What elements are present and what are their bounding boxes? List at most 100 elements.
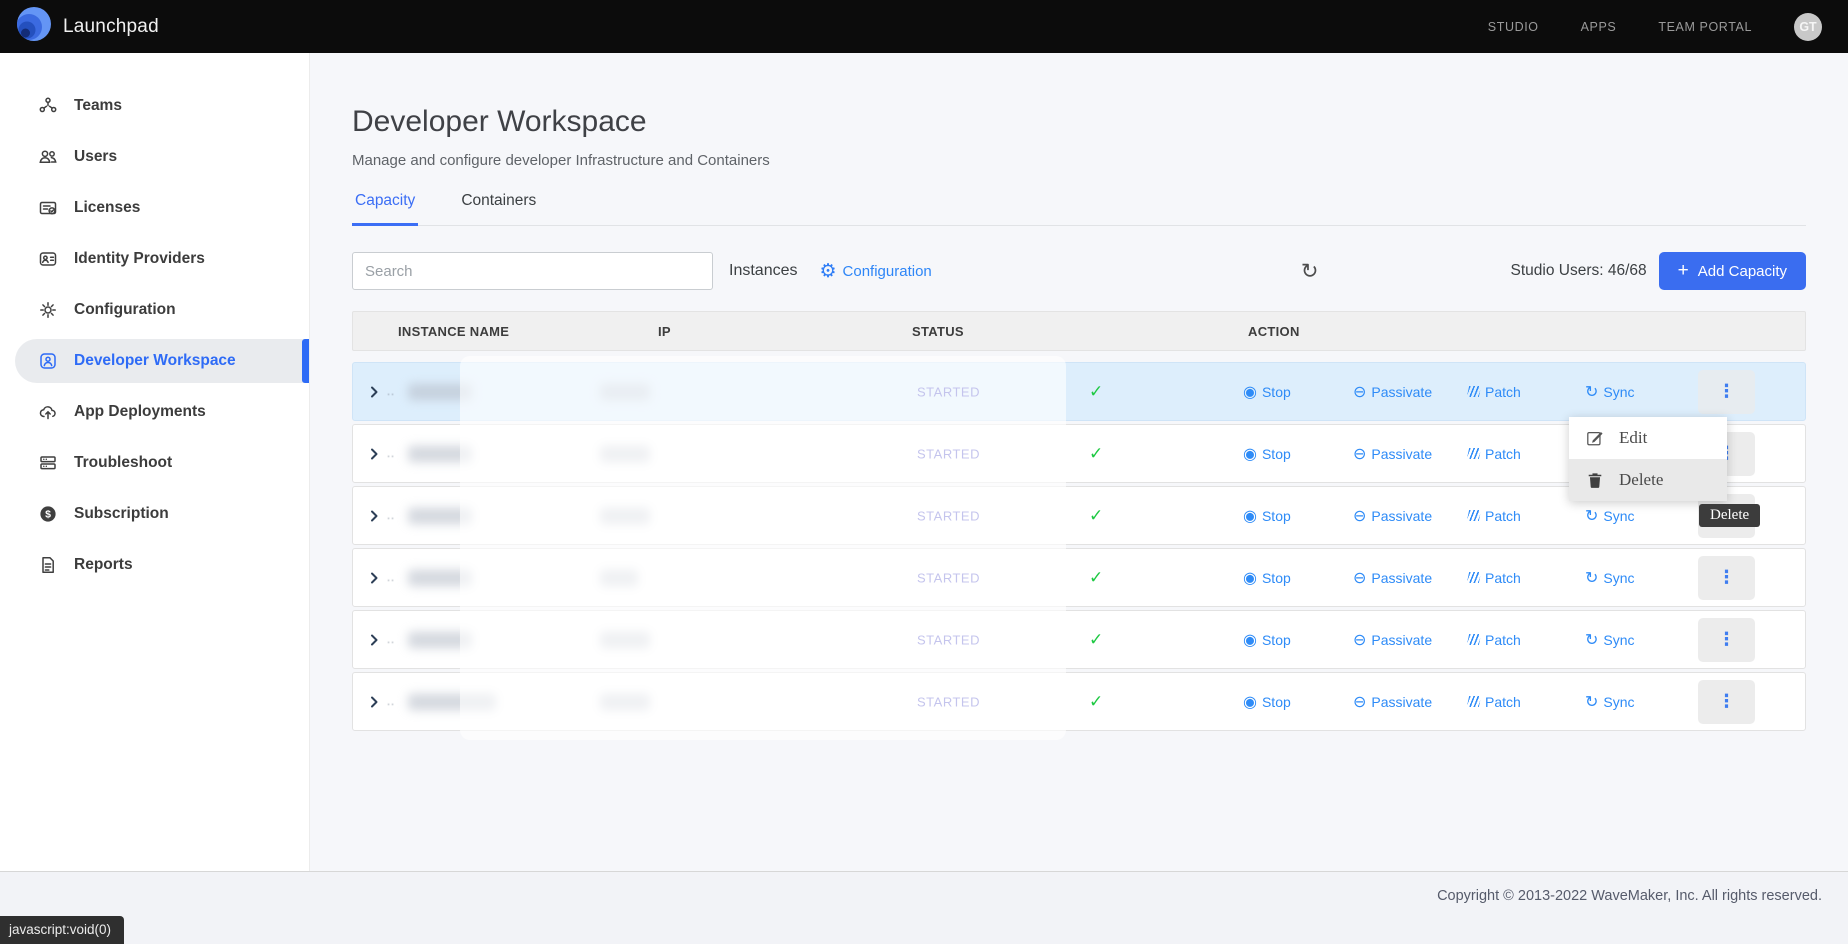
sync-icon: ↻ <box>1585 632 1598 648</box>
patch-action[interactable]: Patch <box>1468 570 1521 586</box>
row-menu-button[interactable]: ⋮ <box>1698 618 1755 662</box>
instances-label: Instances <box>729 262 797 280</box>
table-row[interactable]: .. STARTED ✓ ◉Stop ⊖Passivate Patch ↻Syn… <box>352 548 1806 607</box>
sync-icon: ↻ <box>1585 384 1598 400</box>
sync-action[interactable]: ↻Sync <box>1585 508 1635 524</box>
table-header-row: INSTANCE NAME IP STATUS ACTION <box>352 311 1806 351</box>
status-badge: STARTED <box>917 570 980 585</box>
expand-chevron-icon[interactable] <box>367 695 381 709</box>
check-icon: ✓ <box>1089 444 1103 464</box>
patch-action[interactable]: Patch <box>1468 508 1521 524</box>
footer: Copyright © 2013-2022 WaveMaker, Inc. Al… <box>0 871 1848 944</box>
patch-action[interactable]: Patch <box>1468 632 1521 648</box>
sidebar: Teams Users Licenses Id <box>0 53 310 871</box>
sync-icon: ↻ <box>1585 570 1598 586</box>
passivate-action[interactable]: ⊖Passivate <box>1353 632 1432 648</box>
delete-tooltip: Delete <box>1699 504 1760 527</box>
patch-icon <box>1467 572 1481 583</box>
patch-icon <box>1467 696 1481 707</box>
topnav-team-portal[interactable]: TEAM PORTAL <box>1658 20 1752 34</box>
app-deployments-icon <box>38 402 58 422</box>
search-input[interactable] <box>352 252 713 290</box>
row-menu-button[interactable]: ⋮ <box>1698 556 1755 600</box>
topnav-studio[interactable]: STUDIO <box>1488 20 1539 34</box>
passivate-icon: ⊖ <box>1353 570 1366 586</box>
sidebar-item-identity-providers[interactable]: Identity Providers <box>0 237 309 281</box>
status-badge: STARTED <box>917 384 980 399</box>
row-menu-button[interactable]: ⋮ <box>1698 370 1755 414</box>
table-row[interactable]: .. STARTED ✓ ◉Stop ⊖Passivate Patch ↻Syn… <box>352 362 1806 421</box>
refresh-icon[interactable]: ↻ <box>1301 261 1319 282</box>
gear-icon: ⚙ <box>819 260 836 282</box>
stop-icon: ◉ <box>1243 570 1257 586</box>
topbar: Launchpad STUDIO APPS TEAM PORTAL GT <box>0 0 1848 53</box>
expand-chevron-icon[interactable] <box>367 571 381 585</box>
patch-action[interactable]: Patch <box>1468 446 1521 462</box>
sidebar-item-reports[interactable]: Reports <box>0 543 309 587</box>
passivate-action[interactable]: ⊖Passivate <box>1353 508 1432 524</box>
sidebar-item-troubleshoot[interactable]: Troubleshoot <box>0 441 309 485</box>
redacted-ip <box>600 569 638 586</box>
redacted-name-prefix: .. <box>387 448 395 460</box>
tab-containers[interactable]: Containers <box>458 192 539 225</box>
menu-item-edit[interactable]: Edit <box>1569 417 1727 459</box>
check-icon: ✓ <box>1089 692 1103 712</box>
brand[interactable]: Launchpad <box>16 6 159 47</box>
sync-action[interactable]: ↻Sync <box>1585 632 1635 648</box>
sidebar-item-subscription[interactable]: $ Subscription <box>0 492 309 536</box>
sidebar-item-app-deployments[interactable]: App Deployments <box>0 390 309 434</box>
patch-icon <box>1467 634 1481 645</box>
expand-chevron-icon[interactable] <box>367 447 381 461</box>
menu-item-delete[interactable]: Delete <box>1569 459 1727 501</box>
table-row[interactable]: .. STARTED ✓ ◉Stop ⊖Passivate Patch ↻Syn… <box>352 610 1806 669</box>
sidebar-item-users[interactable]: Users <box>0 135 309 179</box>
sync-action[interactable]: ↻Sync <box>1585 570 1635 586</box>
expand-chevron-icon[interactable] <box>367 633 381 647</box>
expand-chevron-icon[interactable] <box>367 385 381 399</box>
developer-workspace-icon <box>38 351 58 371</box>
add-capacity-button[interactable]: + Add Capacity <box>1659 252 1806 290</box>
edit-icon <box>1586 429 1604 447</box>
stop-action[interactable]: ◉Stop <box>1243 570 1291 586</box>
stop-icon: ◉ <box>1243 508 1257 524</box>
redacted-instance-name <box>408 693 496 710</box>
redacted-name-prefix: .. <box>387 696 395 708</box>
sync-action[interactable]: ↻Sync <box>1585 694 1635 710</box>
kebab-icon: ⋮ <box>1718 381 1736 402</box>
row-menu-button[interactable]: ⋮ <box>1698 680 1755 724</box>
passivate-action[interactable]: ⊖Passivate <box>1353 446 1432 462</box>
sidebar-item-teams[interactable]: Teams <box>0 84 309 128</box>
kebab-icon: ⋮ <box>1718 629 1736 650</box>
stop-action[interactable]: ◉Stop <box>1243 632 1291 648</box>
redacted-name-prefix: .. <box>387 634 395 646</box>
stop-icon: ◉ <box>1243 694 1257 710</box>
user-avatar[interactable]: GT <box>1794 13 1822 41</box>
sync-action[interactable]: ↻Sync <box>1585 384 1635 400</box>
troubleshoot-icon <box>38 453 58 473</box>
kebab-icon: ⋮ <box>1718 567 1736 588</box>
stop-action[interactable]: ◉Stop <box>1243 508 1291 524</box>
tab-capacity[interactable]: Capacity <box>352 192 418 226</box>
topnav-apps[interactable]: APPS <box>1581 20 1617 34</box>
sidebar-item-developer-workspace[interactable]: Developer Workspace <box>15 339 309 383</box>
sidebar-item-configuration[interactable]: Configuration <box>0 288 309 332</box>
patch-action[interactable]: Patch <box>1468 384 1521 400</box>
col-action: ACTION <box>1248 324 1805 339</box>
patch-action[interactable]: Patch <box>1468 694 1521 710</box>
wavemaker-logo-icon <box>16 6 52 47</box>
passivate-action[interactable]: ⊖Passivate <box>1353 384 1432 400</box>
check-icon: ✓ <box>1089 630 1103 650</box>
top-navigation: STUDIO APPS TEAM PORTAL GT <box>1488 13 1848 41</box>
configuration-link[interactable]: ⚙ Configuration <box>819 260 931 282</box>
status-badge: STARTED <box>917 632 980 647</box>
redacted-instance-name <box>408 631 472 648</box>
stop-action[interactable]: ◉Stop <box>1243 694 1291 710</box>
expand-chevron-icon[interactable] <box>367 509 381 523</box>
stop-action[interactable]: ◉Stop <box>1243 446 1291 462</box>
stop-action[interactable]: ◉Stop <box>1243 384 1291 400</box>
sidebar-item-licenses[interactable]: Licenses <box>0 186 309 230</box>
passivate-action[interactable]: ⊖Passivate <box>1353 694 1432 710</box>
check-icon: ✓ <box>1089 382 1103 402</box>
passivate-action[interactable]: ⊖Passivate <box>1353 570 1432 586</box>
table-row[interactable]: .. STARTED ✓ ◉Stop ⊖Passivate Patch ↻Syn… <box>352 672 1806 731</box>
